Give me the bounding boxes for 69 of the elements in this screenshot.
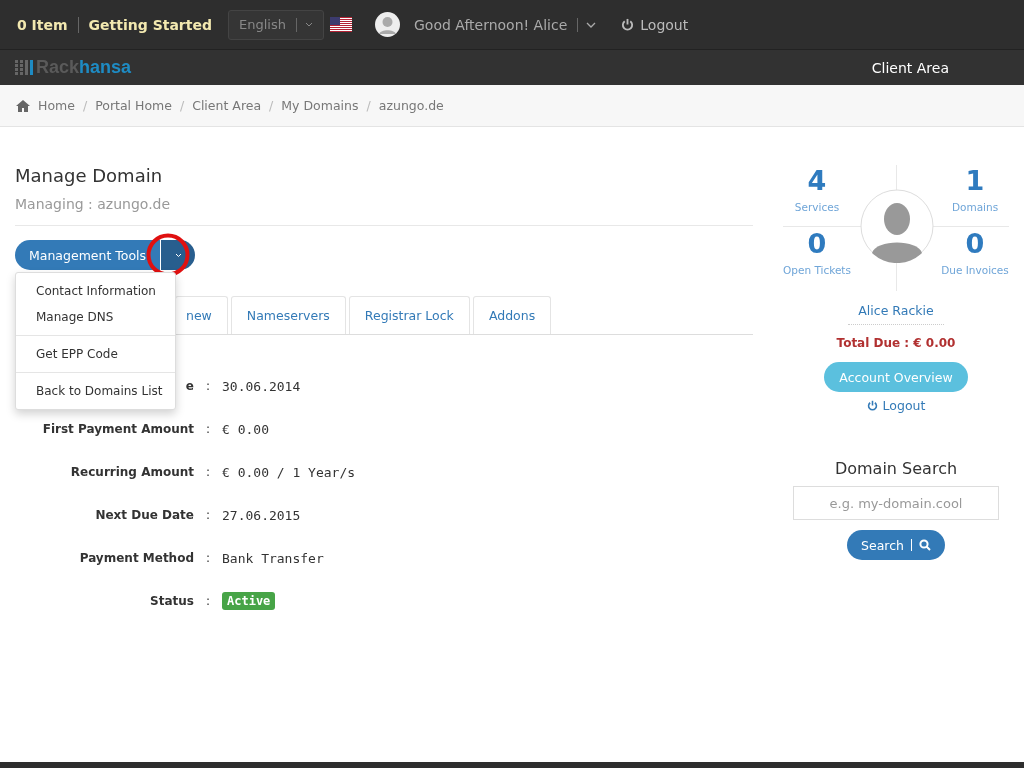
breadcrumb-separator: / bbox=[82, 98, 88, 113]
field-value: € 0.00 bbox=[222, 420, 270, 439]
colon-separator: : bbox=[205, 422, 210, 436]
tab[interactable]: Registrar Lock bbox=[348, 296, 470, 334]
colon-separator: : bbox=[205, 465, 210, 479]
menu-item[interactable]: Contact Information bbox=[16, 278, 175, 304]
colon-separator: : bbox=[205, 551, 210, 565]
domain-search-field[interactable]: e.g. my-domain.cool bbox=[793, 486, 999, 520]
search-icon bbox=[918, 539, 931, 551]
breadcrumb-current: azungo.de bbox=[378, 98, 444, 113]
user-name-link[interactable]: Alice Rackie bbox=[848, 303, 944, 325]
stat-number[interactable]: 0 bbox=[807, 228, 827, 260]
page-title: Manage Domain bbox=[15, 165, 164, 186]
field-label: Recurring Amount bbox=[70, 465, 194, 479]
stat-label[interactable]: Due Invoices bbox=[941, 264, 1009, 276]
field-label: Status bbox=[150, 594, 194, 608]
breadcrumb-link[interactable]: Client Area bbox=[192, 98, 262, 113]
tab[interactable]: Nameservers bbox=[230, 296, 346, 334]
stat-label[interactable]: Open Tickets bbox=[783, 264, 851, 276]
stat-number[interactable]: 4 bbox=[807, 165, 827, 197]
greeting-menu[interactable]: Good Afternoon! Alice bbox=[414, 16, 568, 33]
colon-separator: : bbox=[205, 594, 210, 608]
menu-item[interactable]: Manage DNS bbox=[16, 304, 175, 330]
breadcrumb-link[interactable]: Portal Home bbox=[95, 98, 172, 113]
field-label: Next Due Date bbox=[95, 508, 194, 522]
chevron-down-icon[interactable] bbox=[586, 21, 597, 28]
logout-link[interactable]: Logout bbox=[621, 16, 689, 33]
breadcrumb-separator: / bbox=[269, 98, 274, 113]
power-icon bbox=[866, 400, 878, 411]
client-area-link[interactable]: Client Area bbox=[871, 59, 949, 76]
chevron-down-icon bbox=[174, 252, 182, 258]
breadcrumb-separator: / bbox=[366, 98, 371, 113]
breadcrumb-separator: / bbox=[179, 98, 185, 113]
colon-separator: : bbox=[205, 508, 210, 522]
home-icon bbox=[16, 99, 30, 112]
stat-label[interactable]: Domains bbox=[951, 201, 999, 213]
stat-label[interactable]: Services bbox=[794, 201, 840, 213]
domain-search-title: Domain Search bbox=[834, 459, 958, 478]
colon-separator: : bbox=[205, 379, 210, 393]
page-subtitle: Managing : azungo.de bbox=[15, 196, 172, 212]
stat-number[interactable]: 0 bbox=[965, 228, 985, 260]
field-label: e bbox=[185, 379, 194, 393]
stat-number[interactable]: 1 bbox=[965, 165, 985, 197]
field-value: 27.06.2015 bbox=[222, 506, 302, 525]
flag-icon[interactable] bbox=[330, 17, 352, 32]
field-value: € 0.00 / 1 Year/s bbox=[222, 463, 357, 482]
field-label: Payment Method bbox=[79, 551, 194, 565]
total-due: Total Due : € 0.00 bbox=[836, 336, 956, 350]
chevron-down-icon bbox=[305, 22, 313, 27]
logout-link[interactable]: Logout bbox=[866, 398, 926, 413]
getting-started-link[interactable]: Getting Started bbox=[88, 16, 212, 33]
cart-link[interactable]: 0 Item bbox=[17, 16, 68, 33]
power-icon bbox=[621, 18, 635, 31]
menu-item[interactable]: Get EPP Code bbox=[16, 335, 175, 367]
field-value: Bank Transfer bbox=[222, 549, 325, 568]
management-tools-button[interactable]: Management Tools bbox=[15, 240, 161, 270]
menu-item[interactable]: Back to Domains List bbox=[16, 372, 175, 404]
search-button[interactable]: Search bbox=[847, 530, 945, 560]
avatar-icon bbox=[375, 12, 400, 37]
bars-logo-icon bbox=[15, 59, 33, 76]
breadcrumb-link[interactable]: My Domains bbox=[281, 98, 359, 113]
field-label: First Payment Amount bbox=[42, 422, 194, 436]
field-value: 30.06.2014 bbox=[222, 377, 302, 396]
status-badge: Active bbox=[222, 592, 276, 610]
user-silhouette-icon bbox=[860, 189, 934, 263]
tab[interactable]: new bbox=[175, 296, 228, 334]
tab[interactable]: Addons bbox=[472, 296, 552, 334]
breadcrumb-link[interactable]: Home bbox=[38, 98, 75, 113]
language-select[interactable]: English bbox=[228, 9, 324, 40]
